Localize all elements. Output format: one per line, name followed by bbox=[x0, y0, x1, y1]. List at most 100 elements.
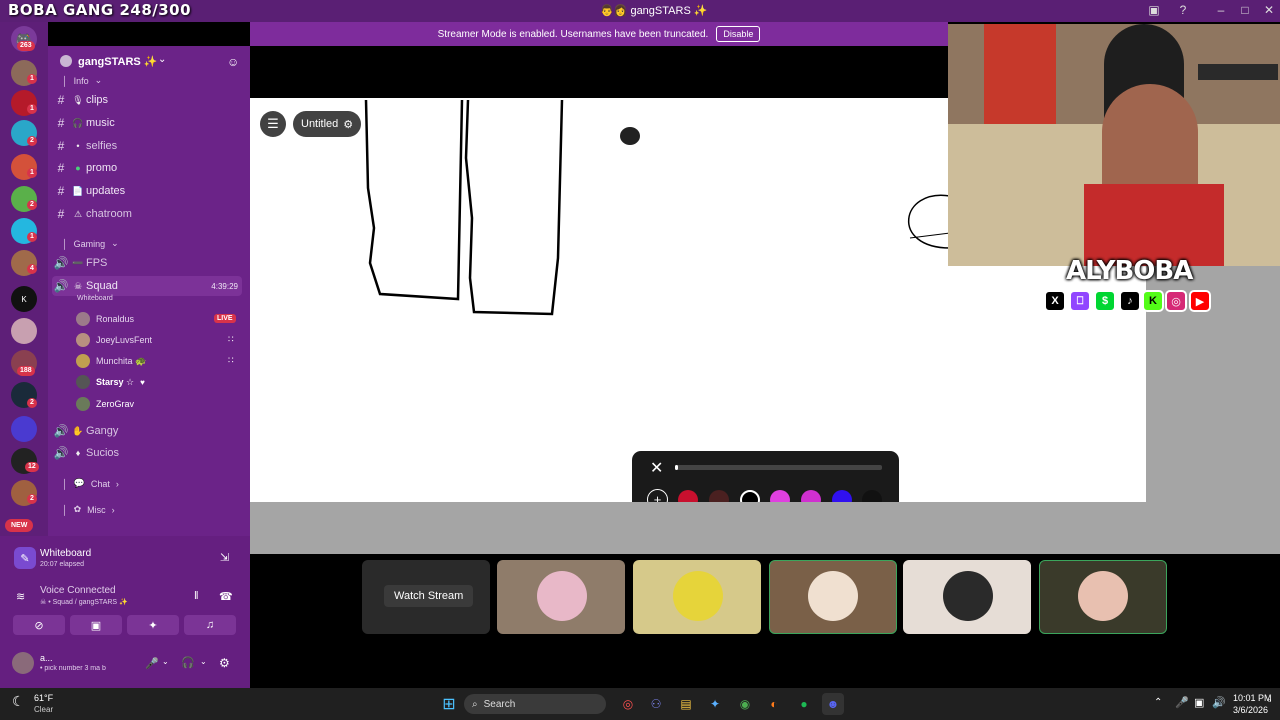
channel-updates[interactable]: # 📄 updates bbox=[52, 181, 242, 201]
category-misc[interactable]: │ ✿ Misc › bbox=[62, 504, 115, 515]
channel-name: promo bbox=[86, 162, 118, 174]
server-badge: 1 bbox=[27, 104, 37, 114]
server-badge: 1 bbox=[27, 168, 37, 178]
activity-title: Whiteboard bbox=[40, 548, 92, 559]
participant-tile[interactable] bbox=[633, 560, 761, 634]
invite-user-icon[interactable]: ☺ bbox=[227, 55, 239, 69]
hash-icon: # bbox=[57, 93, 65, 107]
category-bracket-icon: │ bbox=[62, 478, 68, 489]
chrome-icon[interactable]: ◉ bbox=[734, 693, 756, 715]
file-explorer-icon[interactable]: ▤ bbox=[675, 693, 697, 715]
activity-icon: ∷ bbox=[228, 334, 234, 344]
speaker-icon: 🔊 bbox=[53, 256, 69, 270]
chevron-down-icon[interactable]: ⌄ bbox=[162, 657, 169, 666]
server-icon[interactable] bbox=[11, 416, 37, 442]
leave-activity-icon[interactable]: ⇲ bbox=[220, 551, 229, 564]
participant-tile[interactable] bbox=[903, 560, 1031, 634]
weather-icon[interactable]: ☾ bbox=[12, 693, 25, 710]
chevron-down-icon[interactable]: ⌄ bbox=[158, 54, 166, 65]
soundboard-button[interactable]: ♫ bbox=[184, 615, 236, 635]
category-label: Misc bbox=[87, 504, 106, 515]
close-icon[interactable]: ✕ bbox=[650, 458, 663, 478]
kick-server-icon[interactable]: K bbox=[11, 286, 37, 312]
voice-channel-squad[interactable]: 🔊 ☠ Squad 4:39:29 bbox=[52, 276, 242, 296]
menu-icon[interactable]: ☰ bbox=[260, 111, 286, 137]
channel-emoji-icon: • bbox=[76, 141, 80, 151]
new-unreads-pill[interactable]: NEW bbox=[5, 519, 34, 532]
noise-suppression-icon[interactable]: ‖ bbox=[194, 590, 199, 602]
voice-status[interactable]: Voice Connected bbox=[40, 585, 116, 596]
clock-time[interactable]: 10:01 PM bbox=[1233, 693, 1272, 703]
channel-chatroom[interactable]: # ⚠ chatroom bbox=[52, 204, 242, 224]
inbox-icon[interactable]: ▣ bbox=[1145, 3, 1163, 17]
app-icon[interactable]: ◎ bbox=[617, 693, 639, 715]
voice-user[interactable]: Starsy ☆ ♥ bbox=[76, 372, 145, 392]
channel-selfies[interactable]: # • selfies bbox=[52, 136, 242, 156]
brush-size-slider[interactable] bbox=[675, 465, 882, 470]
server-name[interactable]: gangSTARS ✨ bbox=[78, 55, 158, 68]
disconnect-icon[interactable]: ☎ bbox=[219, 590, 233, 603]
voice-user[interactable]: Munchita 🐢 bbox=[76, 351, 146, 371]
voice-channel-gangy[interactable]: 🔊 ✋ Gangy bbox=[52, 421, 242, 441]
maximize-button[interactable]: □ bbox=[1236, 3, 1254, 17]
hash-icon: # bbox=[57, 116, 65, 130]
participant-tile-speaking[interactable] bbox=[1039, 560, 1167, 634]
camera-off-button[interactable]: ⊘ bbox=[13, 615, 65, 635]
minimize-button[interactable]: – bbox=[1212, 3, 1230, 17]
signal-icon: ≋ bbox=[16, 591, 26, 603]
avatar bbox=[76, 354, 90, 368]
chevron-down-icon[interactable]: ⌄ bbox=[200, 657, 207, 666]
network-icon[interactable]: ▣ bbox=[1194, 696, 1204, 709]
volume-icon[interactable]: 🔊 bbox=[1212, 696, 1226, 709]
participant-tile-speaking[interactable] bbox=[769, 560, 897, 634]
participant-tile[interactable] bbox=[497, 560, 625, 634]
server-badge: 1 bbox=[27, 232, 37, 242]
windows-start-icon[interactable]: ⊞ bbox=[438, 693, 460, 715]
server-badge: 2 bbox=[27, 136, 37, 146]
user-status: • pick number 3 ma b bbox=[40, 665, 106, 672]
chevron-up-icon[interactable]: ⌃ bbox=[1154, 697, 1162, 708]
server-badge: 2 bbox=[27, 494, 37, 504]
firefox-icon[interactable]: ◐ bbox=[763, 693, 785, 715]
copilot-icon[interactable]: ✦ bbox=[704, 693, 726, 715]
channel-music[interactable]: # 🎧 music bbox=[52, 113, 242, 133]
channel-clips[interactable]: # 🎙 clips bbox=[52, 90, 242, 110]
spotify-icon[interactable]: ● bbox=[793, 693, 815, 715]
disable-streamer-mode-button[interactable]: Disable bbox=[716, 26, 761, 42]
voice-channel-fps[interactable]: 🔊 ➖ FPS bbox=[52, 253, 242, 273]
server-badge: 188 bbox=[17, 366, 35, 376]
microphone-icon[interactable]: 🎤 bbox=[145, 657, 159, 670]
x-logo-icon: X bbox=[1044, 290, 1066, 312]
file-name-button[interactable]: Untitled ⚙ bbox=[293, 111, 362, 137]
category-chat[interactable]: │ 💬 Chat › bbox=[62, 478, 119, 489]
help-icon[interactable]: ? bbox=[1174, 3, 1192, 17]
close-button[interactable]: ✕ bbox=[1260, 3, 1278, 17]
microphone-tray-icon[interactable]: 🎤 bbox=[1175, 696, 1189, 709]
category-gaming[interactable]: │ Gaming ⌄ bbox=[62, 238, 119, 249]
category-label: Gaming bbox=[73, 238, 106, 249]
category-info[interactable]: │ Info ⌄ bbox=[62, 75, 102, 86]
discord-icon[interactable]: ☻ bbox=[822, 693, 844, 715]
screen-share-button[interactable]: ▣ bbox=[70, 615, 122, 635]
watch-stream-button[interactable]: Watch Stream bbox=[384, 585, 474, 607]
category-label: Chat bbox=[90, 478, 110, 489]
taskbar-search-box[interactable]: ⌕ Search bbox=[464, 694, 606, 714]
voice-user[interactable]: JoeyLuvsFent bbox=[76, 330, 152, 350]
slider-thumb[interactable] bbox=[675, 465, 678, 470]
voice-user[interactable]: ZeroGrav bbox=[76, 394, 134, 414]
channel-name: updates bbox=[86, 185, 126, 197]
stream-overlay-title: BOBA GANG 248/300 bbox=[8, 1, 192, 19]
voice-user[interactable]: Ronaldus bbox=[76, 309, 134, 329]
voice-channel-sucios[interactable]: 🔊 ♦ Sucios bbox=[52, 443, 242, 463]
notification-icon[interactable]: ▫ bbox=[1268, 696, 1272, 707]
activities-button[interactable]: ✦ bbox=[127, 615, 179, 635]
weather-desc: Clear bbox=[34, 705, 54, 714]
channel-promo[interactable]: # ● promo bbox=[52, 158, 242, 178]
server-icon[interactable] bbox=[11, 318, 37, 344]
teams-icon[interactable]: ⚇ bbox=[645, 693, 667, 715]
clock-date[interactable]: 3/6/2026 bbox=[1233, 705, 1268, 715]
user-avatar[interactable] bbox=[12, 652, 34, 674]
server-badge: 2 bbox=[27, 200, 37, 210]
settings-gear-icon[interactable]: ⚙ bbox=[219, 656, 230, 670]
headphones-icon[interactable]: 🎧 bbox=[181, 656, 195, 669]
